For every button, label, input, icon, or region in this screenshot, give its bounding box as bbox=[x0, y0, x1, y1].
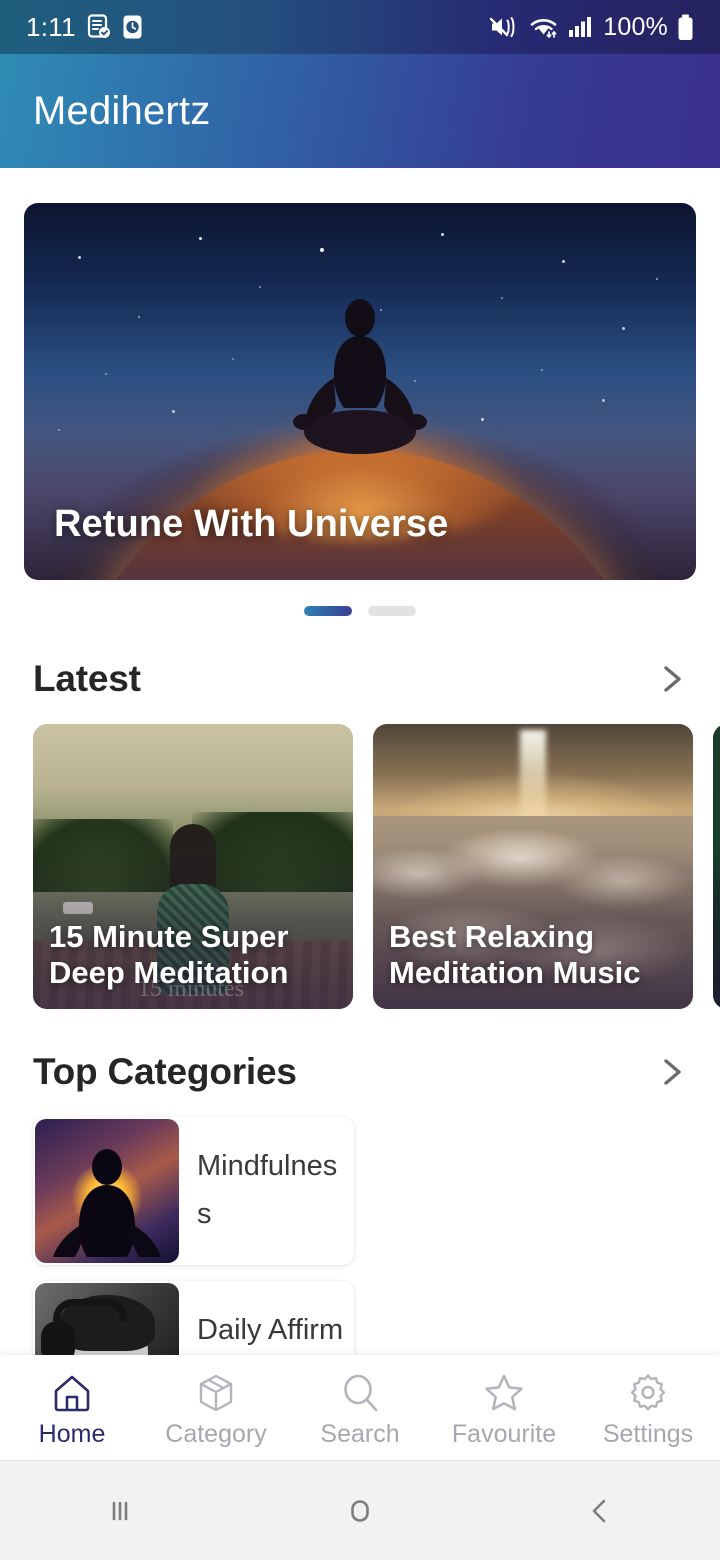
nav-item-search[interactable]: Search bbox=[288, 1371, 432, 1449]
status-bar-left: 1:11 bbox=[26, 12, 143, 43]
carousel-dot-1[interactable] bbox=[304, 606, 352, 616]
latest-card-title: Best Relaxing Meditation Music bbox=[389, 919, 641, 991]
latest-card[interactable] bbox=[713, 724, 720, 1009]
category-label: Daily Affirmations bbox=[197, 1314, 344, 1347]
nav-label-search: Search bbox=[320, 1419, 400, 1448]
category-thumbnail bbox=[35, 1119, 179, 1263]
carousel-dots[interactable] bbox=[24, 606, 696, 616]
nav-item-home[interactable]: Home bbox=[0, 1371, 144, 1449]
category-card[interactable]: Daily Affirmations bbox=[33, 1281, 354, 1355]
nav-item-category[interactable]: Category bbox=[144, 1371, 288, 1449]
latest-card[interactable]: 15 minutes 15 Minute Super Deep Meditati… bbox=[33, 724, 353, 1009]
status-bar-right: 100% bbox=[489, 13, 694, 42]
home-button[interactable] bbox=[300, 1493, 420, 1529]
category-card[interactable]: Mindfulness bbox=[33, 1117, 354, 1265]
carousel-dot-2[interactable] bbox=[368, 606, 416, 616]
status-bar: 1:11 100% bbox=[0, 0, 720, 54]
section-title-latest: Latest bbox=[33, 658, 141, 699]
app-bar: Medihertz bbox=[0, 54, 720, 168]
alarm-clock-icon bbox=[123, 15, 142, 39]
back-button[interactable] bbox=[540, 1493, 660, 1529]
signal-bars-icon bbox=[569, 17, 592, 37]
banner-title: Retune With Universe bbox=[54, 503, 449, 545]
nav-label-category: Category bbox=[165, 1419, 267, 1448]
category-thumbnail bbox=[35, 1283, 179, 1355]
android-system-nav bbox=[0, 1460, 720, 1560]
search-icon bbox=[344, 1374, 378, 1411]
category-grid[interactable]: Mindfulness Daily Affirmations Sleep bbox=[0, 1117, 720, 1355]
phone-screen: 1:11 100% Medihertz Retune With Universe… bbox=[0, 0, 720, 1560]
notes-checklist-icon bbox=[87, 14, 110, 38]
nav-label-favourite: Favourite bbox=[451, 1419, 557, 1448]
gear-icon bbox=[631, 1373, 665, 1410]
latest-card-row[interactable]: 15 minutes 15 Minute Super Deep Meditati… bbox=[0, 724, 720, 1009]
star-icon bbox=[485, 1374, 523, 1410]
battery-icon bbox=[678, 14, 693, 40]
status-time: 1:11 bbox=[26, 11, 76, 42]
banner-slide[interactable]: Retune With Universe bbox=[24, 203, 696, 580]
box-icon bbox=[199, 1374, 233, 1411]
card-scrim bbox=[713, 724, 720, 1009]
battery-percent-label: 100% bbox=[603, 12, 668, 41]
meditating-figure-icon bbox=[293, 299, 427, 454]
bottom-navigation-bar: Home Category Search Favourite Settings bbox=[0, 1355, 720, 1460]
recents-icon bbox=[112, 1501, 128, 1520]
chevron-left-icon bbox=[592, 1499, 606, 1522]
nav-label-home: Home bbox=[38, 1419, 106, 1448]
home-icon bbox=[54, 1375, 90, 1411]
home-square-icon bbox=[351, 1499, 369, 1522]
recents-button[interactable] bbox=[60, 1493, 180, 1529]
section-header-latest: Latest bbox=[0, 658, 720, 700]
section-header-top-categories: Top Categories bbox=[0, 1051, 720, 1093]
nav-label-settings: Settings bbox=[602, 1419, 694, 1448]
nav-item-settings[interactable]: Settings bbox=[576, 1371, 720, 1449]
mute-vibrate-icon bbox=[490, 17, 515, 37]
nav-item-favourite[interactable]: Favourite bbox=[432, 1371, 576, 1449]
chevron-right-icon[interactable] bbox=[652, 659, 692, 699]
latest-card[interactable]: Best Relaxing Meditation Music bbox=[373, 724, 693, 1009]
wifi-icon bbox=[530, 19, 557, 38]
banner-carousel[interactable]: Retune With Universe bbox=[24, 203, 696, 616]
latest-card-title: 15 Minute Super Deep Meditation bbox=[49, 919, 289, 991]
chevron-right-icon[interactable] bbox=[652, 1052, 692, 1092]
section-title-top-categories: Top Categories bbox=[33, 1051, 297, 1092]
main-content[interactable]: Retune With Universe Latest 15 minutes 1… bbox=[0, 168, 720, 1355]
category-label: Mindfulness bbox=[197, 1150, 338, 1230]
app-title: Medihertz bbox=[33, 88, 211, 133]
